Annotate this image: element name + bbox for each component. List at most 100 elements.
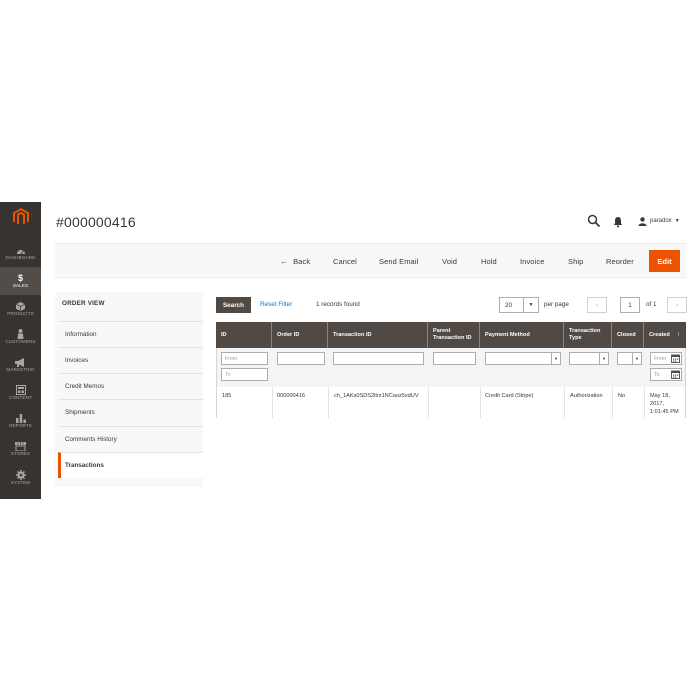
page-actions-bar: ← Back Cancel Send Email Void Hold Invoi… — [55, 243, 687, 278]
column-divider — [428, 387, 429, 418]
sidebar-item-label: REPORTS — [9, 423, 32, 428]
calendar-icon[interactable] — [671, 370, 680, 379]
page-total: of 1 — [646, 301, 657, 308]
void-button[interactable]: Void — [442, 244, 457, 279]
sidebar-item-stores[interactable]: STORES — [0, 435, 41, 463]
user-icon — [638, 216, 647, 226]
records-count: 1 records found — [316, 301, 360, 308]
column-divider — [480, 387, 481, 418]
edit-button[interactable]: Edit — [649, 250, 680, 272]
magento-logo[interactable] — [0, 202, 41, 232]
magento-logo-icon — [12, 208, 29, 225]
created-to-input[interactable]: To — [650, 368, 682, 381]
reset-filter-link[interactable]: Reset Filter — [260, 301, 292, 308]
back-label: Back — [293, 257, 311, 266]
column-header-order-id[interactable]: Order ID — [272, 322, 328, 348]
order-view-title: ORDER VIEW — [62, 300, 105, 307]
cancel-button[interactable]: Cancel — [333, 244, 357, 279]
cube-icon — [16, 301, 25, 311]
payment-method-filter-select[interactable]: ▼ — [485, 352, 561, 365]
store-icon — [15, 441, 26, 451]
dashboard-icon — [16, 250, 25, 255]
column-header-closed[interactable]: Closed — [612, 322, 644, 348]
per-page-select[interactable]: 20 ▼ — [499, 297, 539, 313]
megaphone-icon — [15, 357, 24, 367]
order-view-item-comments-history[interactable]: Comments History — [58, 426, 203, 452]
cell-id: 185 — [222, 393, 232, 399]
order-view-nav: ORDER VIEW Information Invoices Credit M… — [55, 292, 203, 487]
sidebar-item-label: SALES — [12, 283, 29, 288]
sidebar-item-content[interactable]: CONTENT — [0, 379, 41, 407]
cell-created-line: 1:01:45 PM — [650, 409, 679, 415]
transaction-id-filter-input[interactable] — [333, 352, 424, 365]
transactions-grid: ID Order ID Transaction ID Parent Transa… — [216, 322, 686, 418]
closed-filter-select[interactable]: ▼ — [617, 352, 642, 365]
created-from-input[interactable]: From — [650, 352, 682, 365]
sidebar-item-label: SYSTEM — [10, 480, 31, 485]
bell-icon[interactable] — [612, 215, 624, 228]
back-button[interactable]: ← Back — [280, 244, 310, 279]
chevron-down-icon: ▼ — [523, 298, 538, 312]
prev-page-button[interactable]: ‹ — [587, 297, 607, 313]
gear-icon — [15, 470, 26, 480]
per-page-label: per page — [544, 301, 569, 308]
cell-order-id: 000000416 — [277, 393, 305, 399]
column-header-parent-transaction-id[interactable]: Parent Transaction ID — [428, 322, 480, 348]
chevron-down-icon: ▼ — [632, 353, 641, 364]
page-number-input[interactable]: 1 — [620, 297, 640, 313]
transaction-type-filter-select[interactable]: ▼ — [569, 352, 609, 365]
sidebar-item-products[interactable]: PRODUCTS — [0, 295, 41, 323]
sidebar-item-dashboard[interactable]: DASHBOARD — [0, 240, 41, 268]
cell-transaction-type: Authorization — [570, 393, 603, 399]
sidebar-item-label: CONTENT — [9, 395, 32, 400]
sidebar-item-marketing[interactable]: MARKETING — [0, 351, 41, 379]
column-divider — [564, 387, 565, 418]
id-from-input[interactable]: From — [221, 352, 268, 365]
chevron-down-icon: ▼ — [599, 353, 608, 364]
reorder-button[interactable]: Reorder — [606, 244, 634, 279]
column-header-transaction-type[interactable]: Transaction Type — [564, 322, 612, 348]
calendar-icon[interactable] — [671, 354, 680, 363]
column-header-transaction-id[interactable]: Transaction ID — [328, 322, 428, 348]
grid-filter-row: From To ▼ ▼ ▼ From To — [216, 348, 686, 387]
admin-page: { "sidebar": { "items": [ {"label": "DAS… — [0, 0, 700, 700]
order-view-item-shipments[interactable]: Shipments — [58, 399, 203, 425]
column-header-id[interactable]: ID — [216, 322, 272, 348]
send-email-button[interactable]: Send Email — [379, 244, 418, 279]
column-header-payment-method[interactable]: Payment Method — [480, 322, 564, 348]
id-to-input[interactable]: To — [221, 368, 268, 381]
parent-transaction-id-filter-input[interactable] — [433, 352, 476, 365]
sidebar-item-reports[interactable]: REPORTS — [0, 407, 41, 435]
column-divider — [644, 387, 645, 418]
order-view-item-invoices[interactable]: Invoices — [58, 347, 203, 373]
chevron-down-icon: ▼ — [551, 353, 560, 364]
order-view-item-credit-memos[interactable]: Credit Memos — [58, 373, 203, 399]
search-button[interactable]: Search — [216, 297, 251, 313]
order-id-filter-input[interactable] — [277, 352, 325, 365]
ship-button[interactable]: Ship — [568, 244, 583, 279]
next-page-button[interactable]: › — [667, 297, 687, 313]
sidebar-item-system[interactable]: SYSTEM — [0, 464, 41, 492]
order-view-item-transactions[interactable]: Transactions — [58, 452, 203, 478]
grid-header-row: ID Order ID Transaction ID Parent Transa… — [216, 322, 686, 348]
chevron-left-icon: ‹ — [595, 301, 599, 309]
invoice-button[interactable]: Invoice — [520, 244, 544, 279]
sidebar-item-label: CUSTOMERS — [5, 339, 36, 344]
dollar-icon: $ — [17, 273, 23, 283]
cell-closed: No — [618, 393, 626, 399]
sidebar-item-label: MARKETING — [6, 366, 35, 372]
order-view-item-information[interactable]: Information — [58, 321, 203, 347]
user-menu[interactable]: paradox ▼ — [638, 214, 680, 228]
column-header-created[interactable]: Created ↑ — [644, 322, 686, 348]
hold-button[interactable]: Hold — [481, 244, 497, 279]
sidebar-item-sales[interactable]: $ SALES — [0, 267, 41, 295]
sidebar-item-label: PRODUCTS — [7, 310, 34, 316]
search-icon[interactable] — [587, 214, 601, 228]
table-row[interactable]: 185 000000416 ch_1AKs0SDS2ltrz1NCaoz5xdU… — [216, 387, 686, 418]
cell-created: May 18, 2017, 1:01:45 PM — [650, 392, 679, 416]
bar-chart-icon — [15, 414, 26, 423]
created-from-placeholder: From — [654, 355, 667, 362]
column-divider — [272, 387, 273, 418]
created-to-placeholder: To — [654, 371, 660, 378]
sidebar-item-customers[interactable]: CUSTOMERS — [0, 323, 41, 351]
